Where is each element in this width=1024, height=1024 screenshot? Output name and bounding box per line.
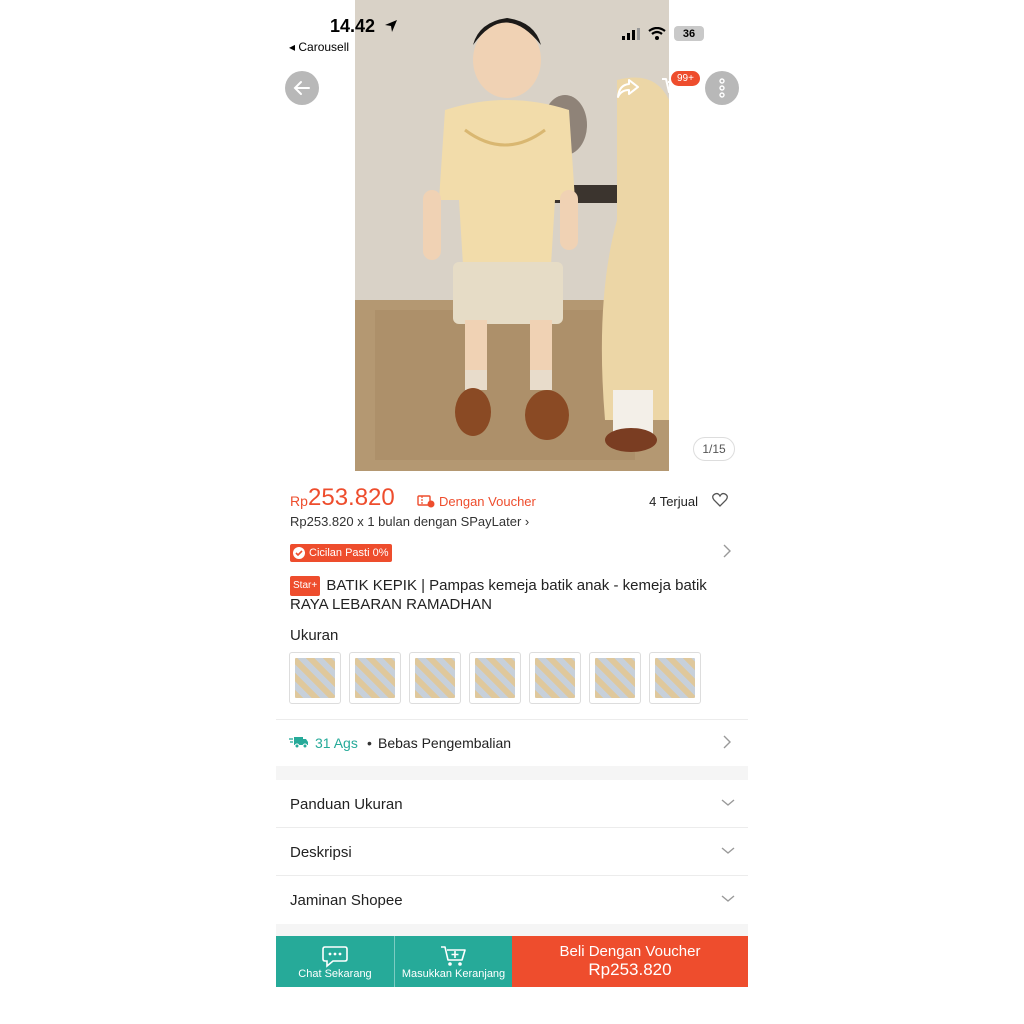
- add-to-cart-button[interactable]: Masukkan Keranjang: [394, 936, 512, 987]
- delivery-date: 31 Ags: [315, 735, 358, 751]
- spaylater-info[interactable]: Rp253.820 x 1 bulan dengan SPayLater ›: [290, 514, 529, 529]
- status-time: 14.42: [330, 16, 376, 36]
- size-option-thumbnail[interactable]: [469, 652, 521, 704]
- status-bar: 14.42 ◂ Carousell 36: [276, 0, 748, 60]
- chevron-right-icon[interactable]: [723, 544, 731, 558]
- chat-button[interactable]: Chat Sekarang: [276, 936, 394, 987]
- product-photo[interactable]: [355, 0, 669, 471]
- free-returns-label: Bebas Pengembalian: [378, 735, 512, 751]
- product-gallery[interactable]: 14.42 ◂ Carousell 36 99+ 1/15: [276, 0, 748, 471]
- size-option-thumbnail[interactable]: [409, 652, 461, 704]
- chevron-right-icon: [723, 735, 731, 749]
- product-title: Star+ BATIK KEPIK | Pampas kemeja batik …: [290, 576, 730, 614]
- back-to-app-link[interactable]: ◂ Carousell: [289, 40, 349, 54]
- status-icons: 36: [622, 26, 704, 41]
- size-option-image: [655, 658, 695, 698]
- battery-indicator: 36: [674, 26, 704, 41]
- size-option-thumbnail[interactable]: [289, 652, 341, 704]
- size-option-image: [475, 658, 515, 698]
- size-option-thumbnail[interactable]: [649, 652, 701, 704]
- check-badge-icon: [293, 547, 305, 559]
- bottom-action-bar: Chat Sekarang Masukkan Keranjang Beli De…: [276, 936, 748, 987]
- size-options: [289, 652, 701, 704]
- shipping-row[interactable]: 31 Ags • Bebas Pengembalian: [276, 720, 748, 766]
- back-button[interactable]: [285, 71, 319, 105]
- buy-button-price: Rp253.820: [588, 960, 672, 979]
- cellular-signal-icon: [622, 27, 640, 40]
- gallery-page-indicator: 1/15: [693, 437, 735, 461]
- more-vertical-icon: [719, 78, 725, 98]
- product-title-text: BATIK KEPIK | Pampas kemeja batik anak -…: [290, 577, 707, 613]
- phone-screen: 14.42 ◂ Carousell 36 99+ 1/15 Rp 253.820…: [276, 0, 748, 1024]
- guarantee-label: Jaminan Shopee: [290, 892, 403, 909]
- cart-count-badge: 99+: [670, 70, 701, 87]
- voucher-icon: [417, 495, 435, 508]
- buy-button-label: Beli Dengan Voucher: [559, 943, 701, 960]
- wifi-icon: [648, 27, 666, 40]
- chevron-down-icon: [721, 895, 735, 902]
- add-to-cart-label: Masukkan Keranjang: [401, 967, 506, 980]
- description-accordion[interactable]: Deskripsi: [276, 828, 748, 876]
- section-spacer: [276, 924, 748, 936]
- cicilan-label: Cicilan Pasti 0%: [309, 547, 389, 559]
- price-amount: 253.820: [308, 484, 395, 511]
- size-option-thumbnail[interactable]: [589, 652, 641, 704]
- size-option-thumbnail[interactable]: [529, 652, 581, 704]
- chat-icon: [322, 945, 348, 968]
- size-label: Ukuran: [290, 627, 339, 644]
- arrow-left-icon: [293, 81, 310, 95]
- share-button[interactable]: [611, 71, 645, 105]
- size-option-image: [415, 658, 455, 698]
- description-label: Deskripsi: [290, 844, 352, 861]
- buy-with-voucher-button[interactable]: Beli Dengan Voucher Rp253.820: [512, 936, 748, 987]
- size-option-image: [295, 658, 335, 698]
- section-spacer: [276, 766, 748, 780]
- chevron-down-icon: [721, 799, 735, 806]
- voucher-label[interactable]: Dengan Voucher: [439, 494, 536, 509]
- size-option-image: [595, 658, 635, 698]
- price-row: Rp 253.820 Dengan Voucher 4 Terjual: [290, 484, 734, 514]
- guarantee-accordion[interactable]: Jaminan Shopee: [276, 876, 748, 924]
- fast-delivery-icon: [289, 737, 308, 749]
- sold-count: 4 Terjual: [649, 494, 698, 509]
- location-arrow-icon: [385, 20, 397, 32]
- star-plus-badge: Star+: [290, 576, 321, 596]
- separator-dot: •: [367, 735, 372, 751]
- size-option-image: [535, 658, 575, 698]
- more-options-button[interactable]: [705, 71, 739, 105]
- chat-button-label: Chat Sekarang: [298, 967, 372, 980]
- add-cart-icon: [440, 945, 466, 966]
- heart-icon[interactable]: [712, 492, 728, 507]
- size-guide-label: Panduan Ukuran: [290, 796, 403, 813]
- size-option-thumbnail[interactable]: [349, 652, 401, 704]
- cicilan-badge[interactable]: Cicilan Pasti 0%: [290, 544, 393, 562]
- price-currency: Rp: [290, 493, 308, 509]
- chevron-down-icon: [721, 847, 735, 854]
- share-icon: [617, 79, 639, 98]
- size-guide-accordion[interactable]: Panduan Ukuran: [276, 780, 748, 828]
- size-option-image: [355, 658, 395, 698]
